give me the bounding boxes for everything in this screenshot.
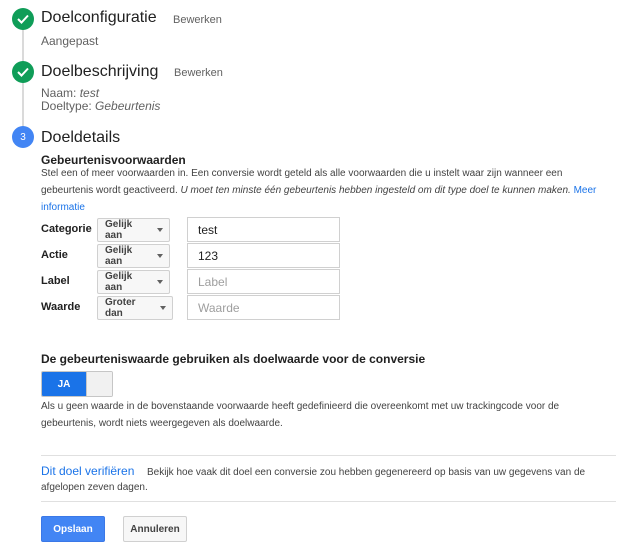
dropdown-caret-icon [157,254,163,258]
goal-name-label: Naam: [41,86,77,100]
category-value-input[interactable] [187,217,340,242]
config-summary: Aangepast [41,34,99,48]
description-italic-text: U moet ten minste één gebeurtenis hebben… [180,185,571,196]
operator-select-action[interactable]: Gelijk aan [97,244,170,268]
check-icon [12,61,34,83]
operator-value: Groter dan [105,297,136,319]
goal-value-heading: De gebeurteniswaarde gebruiken als doelw… [41,352,426,366]
verify-goal-link[interactable]: Dit doel verifiëren [41,464,134,478]
cancel-button[interactable]: Annuleren [123,516,187,542]
goal-value-help: Als u geen waarde in de bovenstaande voo… [41,401,560,429]
goal-type-label: Doeltype: [41,99,92,113]
operator-value: Gelijk aan [105,271,133,293]
dropdown-caret-icon [157,280,163,284]
condition-label-action: Actie [41,249,68,261]
save-button[interactable]: Opslaan [41,516,105,542]
edit-description-link[interactable]: Bewerken [174,67,223,79]
goal-name: Naam: test [41,86,99,100]
step-title-description: Doelbeschrijving [41,63,159,80]
step-title-details: Doeldetails [41,129,121,146]
divider [41,501,616,502]
dropdown-caret-icon [160,306,166,310]
conditions-description: Stel een of meer voorwaarden in. Een con… [41,165,601,216]
value-value-input[interactable] [187,295,340,320]
step-number-badge: 3 [12,126,34,148]
divider [41,455,616,456]
operator-value: Gelijk aan [105,245,133,267]
verify-text-line2: afgelopen zeven dagen. [41,482,148,493]
action-value-input[interactable] [187,243,340,268]
toggle-knob [86,372,112,396]
operator-value: Gelijk aan [105,219,133,241]
edit-config-link[interactable]: Bewerken [173,14,222,26]
operator-select-category[interactable]: Gelijk aan [97,218,170,242]
verify-text-line1: Bekijk hoe vaak dit doel een conversie z… [147,467,586,478]
goal-type-value: Gebeurtenis [95,99,161,113]
check-icon [12,8,34,30]
toggle-on-label: JA [42,372,86,396]
condition-label-value: Waarde [41,301,81,313]
step-title-config: Doelconfiguratie [41,9,157,26]
label-value-input[interactable] [187,269,340,294]
condition-label-category: Categorie [41,223,92,235]
condition-label-label: Label [41,275,70,287]
goal-value-toggle[interactable]: JA [41,371,113,397]
verify-description: Bekijk hoe vaak dit doel een conversie z… [41,465,607,495]
dropdown-caret-icon [157,228,163,232]
goal-type: Doeltype: Gebeurtenis [41,99,160,113]
operator-select-value[interactable]: Groter dan [97,296,173,320]
operator-select-label[interactable]: Gelijk aan [97,270,170,294]
goal-name-value: test [79,86,100,100]
